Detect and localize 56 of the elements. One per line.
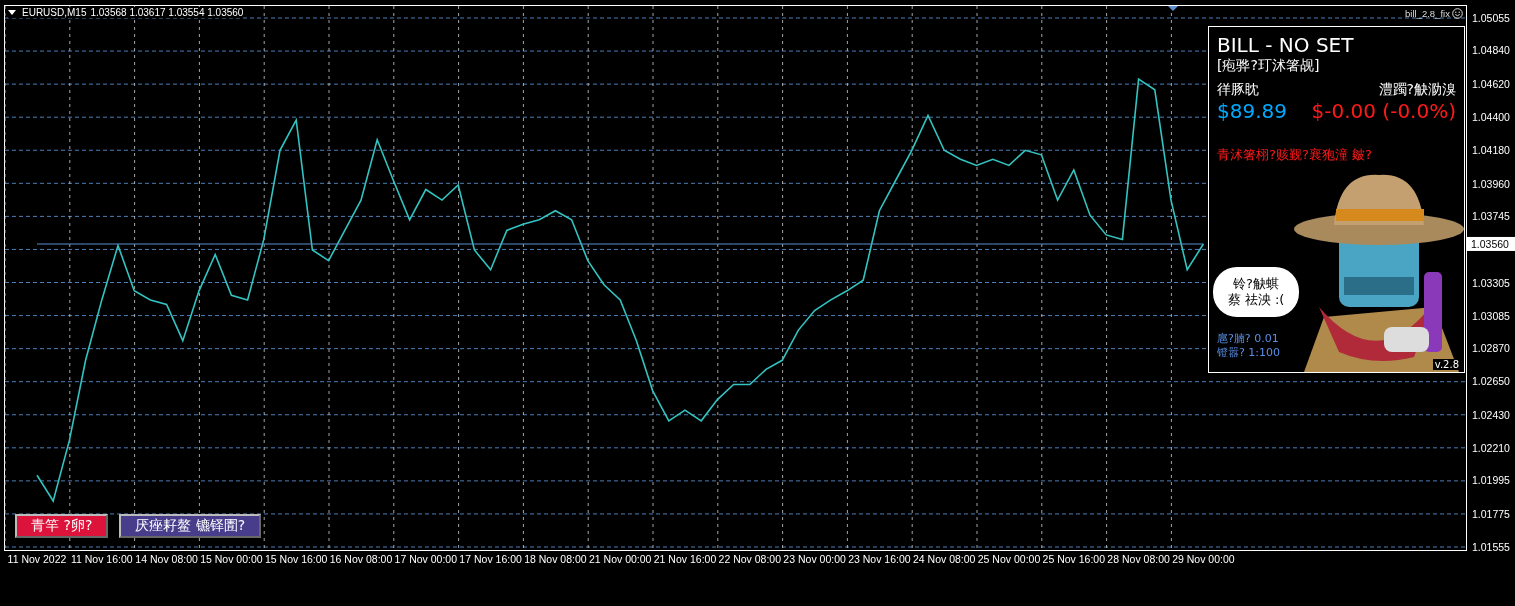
smiley-icon[interactable] (1451, 8, 1463, 19)
time-axis-label: 11 Nov 16:00 (70, 553, 133, 565)
price-axis-label: 1.03305 (1472, 276, 1510, 289)
time-axis-label: 15 Nov 16:00 (264, 553, 328, 565)
bubble-text: 铃?觖蜞 (1233, 276, 1279, 292)
price-axis-label: 1.03745 (1472, 210, 1510, 222)
profit-label: 澧躅?觖泐溴 (1378, 80, 1456, 98)
price-axis-label: 1.04620 (1472, 77, 1510, 90)
dropdown-icon[interactable] (8, 10, 16, 15)
status-message: 青沭箸栩?赅觐?襄狍潼 皴? (1217, 146, 1373, 164)
price-axis-label: 1.05055 (1472, 12, 1510, 24)
balance-label: 徉豚眈 (1217, 80, 1260, 98)
account-info-text: 扈?腩? 0.01 (1217, 332, 1280, 346)
time-axis-label: 18 Nov 08:00 (524, 553, 587, 565)
balance-value: $89.89 (1217, 98, 1287, 124)
time-axis-label: 25 Nov 00:00 (977, 553, 1041, 565)
time-axis-label: 15 Nov 00:00 (200, 553, 263, 565)
bubble-text: 蔡 祛泱 :( (1227, 292, 1285, 308)
shift-marker-icon[interactable] (1168, 6, 1178, 11)
price-axis-label: 1.02650 (1472, 375, 1510, 388)
price-axis-label: 1.02870 (1472, 342, 1510, 355)
time-axis-label: 25 Nov 16:00 (1042, 553, 1106, 565)
symbol-label: EURUSD,M15 (22, 7, 87, 18)
time-axis-label: 29 Nov 00:00 (1172, 553, 1235, 565)
time-axis-label: 16 Nov 08:00 (329, 553, 393, 565)
price-axis-label: 1.04400 (1472, 111, 1510, 123)
quote-values: 1.03568 1.03617 1.03554 1.03560 (90, 7, 244, 18)
price-axis-label: 1.01555 (1472, 541, 1510, 553)
panel-subtitle: [疱骅?玎沭箸觇] (1217, 57, 1321, 74)
indicator-label: bill_2.8_fix (1405, 8, 1450, 19)
panel-title: BILL - NO SET (1217, 33, 1355, 57)
price-axis-label: 1.02430 (1472, 408, 1510, 421)
time-axis-label: 28 Nov 08:00 (1107, 553, 1170, 565)
time-axis-label: 21 Nov 16:00 (653, 553, 717, 565)
price-axis-label: 1.04840 (1472, 44, 1510, 57)
profit-value: $-0.00 (-0.0%) (1311, 98, 1456, 124)
time-axis-label: 17 Nov 00:00 (394, 553, 458, 565)
version-label: v.2.8 (1432, 359, 1461, 370)
time-axis-label: 17 Nov 16:00 (459, 553, 522, 565)
time-axis-label: 21 Nov 00:00 (588, 553, 652, 565)
time-axis-label: 22 Nov 08:00 (718, 553, 782, 565)
price-axis-label: 1.01775 (1472, 507, 1510, 520)
current-price-tag: 1.03560 (1467, 236, 1515, 251)
action-button[interactable]: 青竿 ?卵? (15, 514, 109, 538)
time-axis-label: 11 Nov 2022 (7, 553, 67, 565)
time-axis-label: 23 Nov 00:00 (783, 553, 846, 565)
price-axis-label: 1.03960 (1472, 177, 1510, 190)
time-axis-label: 24 Nov 08:00 (912, 553, 976, 565)
price-axis-label: 1.02210 (1472, 442, 1510, 454)
price-axis-label: 1.03085 (1472, 309, 1510, 322)
action-button[interactable]: 厌痤耔鳌 镳铎圊? (119, 514, 262, 538)
time-axis-label: 23 Nov 16:00 (848, 553, 911, 565)
price-axis-label: 1.04180 (1472, 144, 1510, 157)
price-axis-label: 1.01995 (1472, 474, 1510, 487)
account-info-text: 镫嚣? 1:100 (1217, 346, 1281, 360)
time-axis-label: 14 Nov 08:00 (135, 553, 198, 565)
